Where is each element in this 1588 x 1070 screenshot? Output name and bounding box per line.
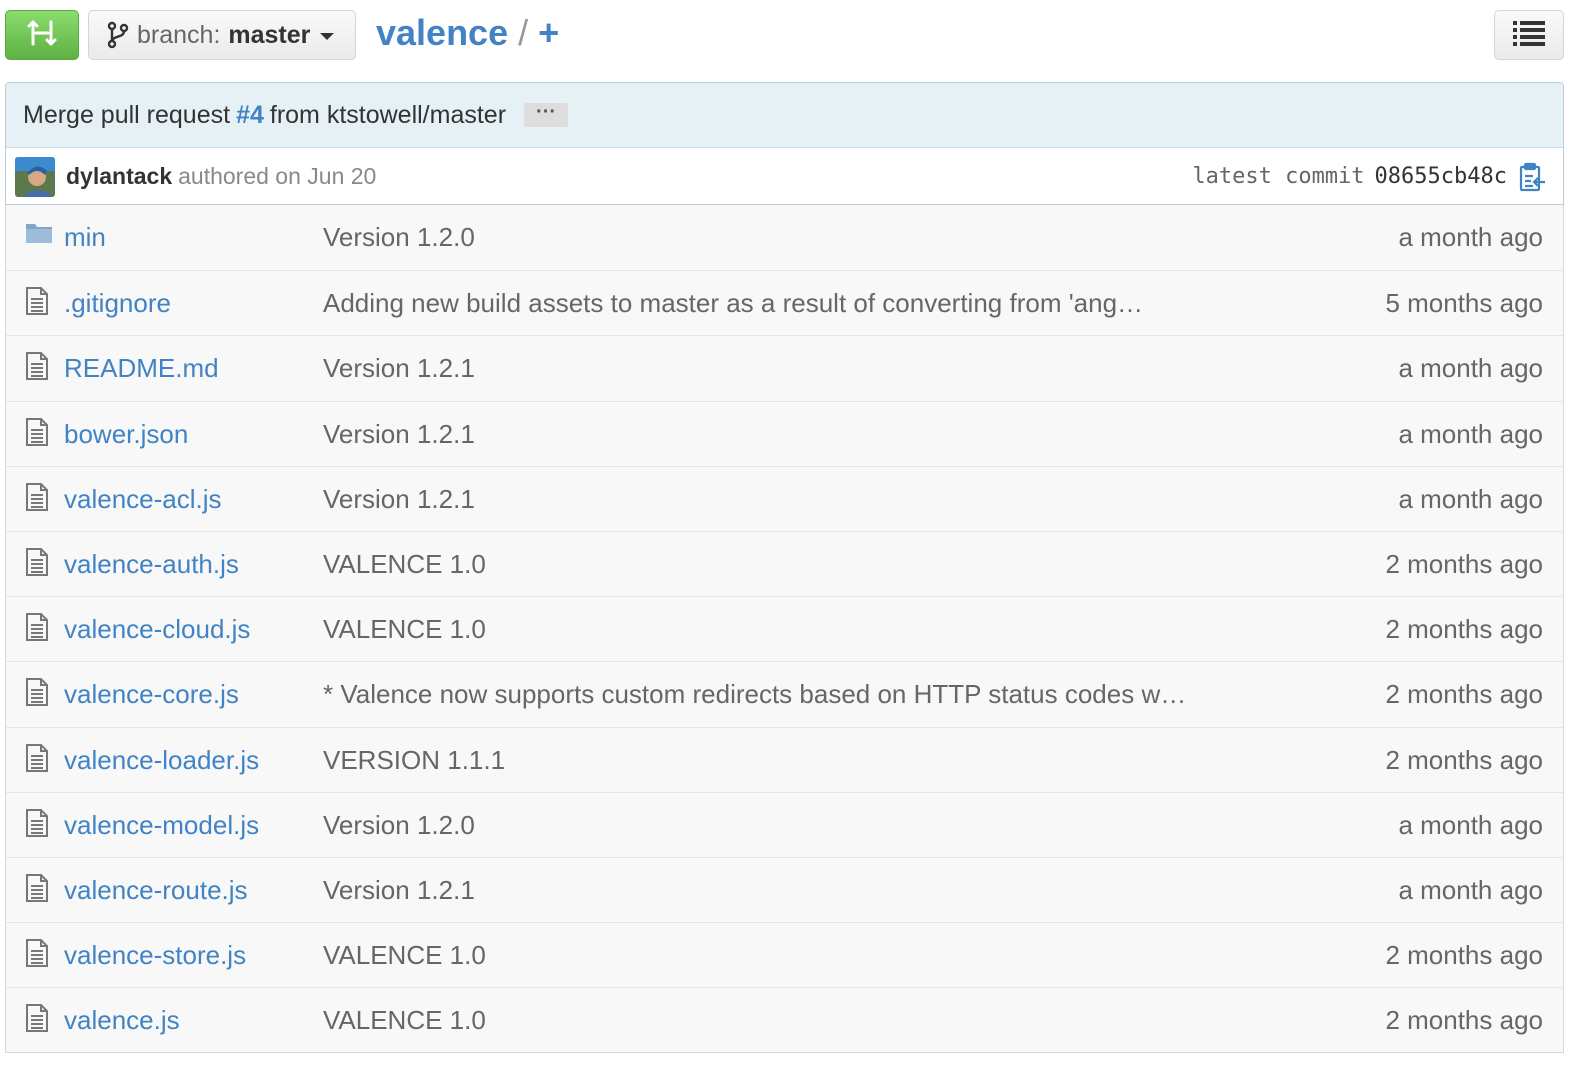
file-age: a month ago xyxy=(1398,809,1543,840)
commit-message-link[interactable]: Adding new build assets to master as a r… xyxy=(323,288,1143,319)
file-name-link[interactable]: README.md xyxy=(64,353,219,384)
file-age: 2 months ago xyxy=(1385,940,1543,971)
file-row[interactable]: valence.js VALENCE 1.0 2 months ago xyxy=(6,987,1563,1053)
file-table: min Version 1.2.0 a month ago .gitignore Add… xyxy=(5,205,1564,1054)
file-name-link[interactable]: valence-auth.js xyxy=(64,549,239,580)
file-icon xyxy=(25,613,49,646)
commit-title: Merge pull request #4 from ktstowell/mas… xyxy=(6,83,1563,148)
file-icon xyxy=(25,939,49,972)
commit-sha-link[interactable]: 08655cb48c xyxy=(1375,164,1507,189)
file-row[interactable]: bower.json Version 1.2.1 a month ago xyxy=(6,400,1563,466)
file-name-link[interactable]: .gitignore xyxy=(64,288,171,319)
file-name-link[interactable]: valence-store.js xyxy=(64,940,246,971)
file-icon xyxy=(25,808,49,842)
new-file-button[interactable]: + xyxy=(538,12,559,54)
latest-commit-box: Merge pull request #4 from ktstowell/mas… xyxy=(5,82,1564,205)
file-age: 2 months ago xyxy=(1385,614,1543,645)
commit-date: authored on Jun 20 xyxy=(178,163,377,189)
commit-message-link[interactable]: Version 1.2.1 xyxy=(323,353,475,384)
file-icon xyxy=(25,1004,49,1037)
latest-commit: latest commit 08655cb48c xyxy=(1192,164,1507,189)
branch-label: branch: xyxy=(137,20,221,49)
commit-message-link[interactable]: Version 1.2.0 xyxy=(323,810,475,841)
breadcrumb: valence / + xyxy=(376,12,559,54)
commit-message-link[interactable]: VALENCE 1.0 xyxy=(323,549,486,580)
breadcrumb-separator: / xyxy=(518,12,529,53)
file-name-link[interactable]: valence-acl.js xyxy=(64,484,222,515)
file-row[interactable]: valence-loader.js VERSION 1.1.1 2 months a… xyxy=(6,726,1563,792)
branch-name: master xyxy=(228,20,311,49)
commit-author-link[interactable]: dylantack xyxy=(66,163,172,190)
file-name-link[interactable]: min xyxy=(64,222,106,253)
file-row[interactable]: min Version 1.2.0 a month ago xyxy=(6,205,1563,271)
file-age: a month ago xyxy=(1398,483,1543,514)
avatar[interactable] xyxy=(15,156,55,197)
repo-toolbar: branch: master valence / + xyxy=(0,0,1588,76)
file-icon xyxy=(25,482,49,516)
pull-request-link[interactable]: #4 xyxy=(236,101,264,130)
commit-message-link[interactable]: Version 1.2.0 xyxy=(323,222,475,253)
file-list-button[interactable] xyxy=(1494,10,1564,60)
file-age: 2 months ago xyxy=(1385,679,1543,710)
file-age: 2 months ago xyxy=(1385,744,1543,775)
file-row[interactable]: valence-route.js Version 1.2.1 a month ago xyxy=(6,856,1563,923)
commit-message-link[interactable]: VALENCE 1.0 xyxy=(323,614,486,645)
repo-name-link[interactable]: valence xyxy=(376,12,508,54)
file-row[interactable]: .gitignore Adding new build assets to mas… xyxy=(6,270,1563,336)
file-name-link[interactable]: valence-core.js xyxy=(64,679,239,710)
commit-meta: dylantack authored on Jun 20 latest comm… xyxy=(6,148,1563,204)
file-icon xyxy=(25,547,49,581)
file-age: a month ago xyxy=(1398,874,1543,905)
file-icon xyxy=(25,417,49,451)
branch-selector[interactable]: branch: master xyxy=(88,10,356,60)
file-age: a month ago xyxy=(1398,222,1543,252)
commit-message-link[interactable]: VALENCE 1.0 xyxy=(323,940,486,971)
file-age: 2 months ago xyxy=(1385,1005,1543,1036)
file-row[interactable]: valence-store.js VALENCE 1.0 2 months ago xyxy=(6,922,1563,988)
commit-message-prefix: Merge pull request xyxy=(23,100,231,129)
commit-message-link[interactable]: * Valence now supports custom redirects … xyxy=(323,679,1186,710)
commit-message-link[interactable]: Version 1.2.1 xyxy=(323,419,475,450)
expand-commit-button[interactable]: ··· xyxy=(524,102,569,127)
file-name-link[interactable]: bower.json xyxy=(64,419,188,450)
file-row[interactable]: README.md Version 1.2.1 a month ago xyxy=(6,335,1563,401)
file-row[interactable]: valence-acl.js Version 1.2.1 a month ago xyxy=(6,465,1563,531)
commit-message-link[interactable]: VERSION 1.1.1 xyxy=(323,745,505,776)
file-age: a month ago xyxy=(1398,353,1543,384)
file-icon xyxy=(25,287,49,320)
commit-message-suffix: from ktstowell/master xyxy=(269,100,507,129)
file-name-link[interactable]: valence-cloud.js xyxy=(64,614,250,645)
file-icon xyxy=(25,743,49,777)
commit-message-link[interactable]: VALENCE 1.0 xyxy=(323,1005,486,1036)
file-age: a month ago xyxy=(1398,418,1543,449)
file-name-link[interactable]: valence-route.js xyxy=(64,875,248,906)
branch-icon xyxy=(107,21,129,49)
latest-commit-label: latest commit xyxy=(1192,164,1365,189)
commit-message-link[interactable]: Version 1.2.1 xyxy=(323,484,475,515)
file-icon xyxy=(25,678,49,711)
file-icon xyxy=(25,873,49,907)
file-row[interactable]: valence-model.js Version 1.2.0 a month ago xyxy=(6,791,1563,857)
folder-icon xyxy=(25,221,53,250)
file-age: 5 months ago xyxy=(1385,288,1543,319)
file-name-link[interactable]: valence-loader.js xyxy=(64,745,259,776)
commit-message-link[interactable]: Version 1.2.1 xyxy=(323,875,475,906)
file-row[interactable]: valence-auth.js VALENCE 1.0 2 months ago xyxy=(6,530,1563,597)
clipboard-icon[interactable] xyxy=(1519,162,1547,197)
file-name-link[interactable]: valence-model.js xyxy=(64,810,259,841)
list-icon xyxy=(1513,20,1545,51)
compare-icon xyxy=(25,18,59,53)
file-icon xyxy=(25,352,49,385)
file-row[interactable]: valence-core.js * Valence now supports cu… xyxy=(6,661,1563,727)
file-name-link[interactable]: valence.js xyxy=(64,1005,180,1036)
chevron-down-icon xyxy=(320,33,335,40)
compare-button[interactable] xyxy=(5,10,79,60)
file-row[interactable]: valence-cloud.js VALENCE 1.0 2 months ago xyxy=(6,596,1563,662)
file-age: 2 months ago xyxy=(1385,548,1543,579)
